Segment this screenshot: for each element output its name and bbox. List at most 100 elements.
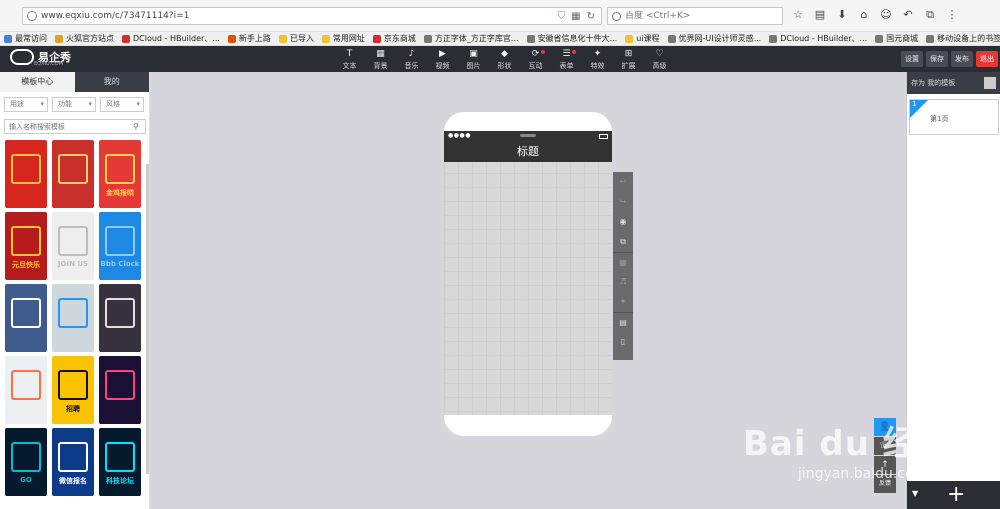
bookmark-item[interactable]: 火狐官方站点 bbox=[55, 33, 114, 44]
bookmark-label: 最常访问 bbox=[15, 34, 47, 43]
bookmark-label: 火狐官方站点 bbox=[66, 34, 114, 43]
template-thumbnail[interactable]: 招聘 bbox=[52, 356, 94, 424]
shield-icon[interactable]: ⛉ bbox=[558, 11, 566, 22]
search-icon[interactable]: ⚲ bbox=[133, 122, 139, 131]
qr-icon[interactable]: ▦ bbox=[571, 11, 580, 22]
template-search[interactable]: ⚲ bbox=[4, 119, 146, 134]
bookmark-item[interactable]: DCloud - HBuilder、... bbox=[769, 33, 867, 44]
filter-usage[interactable]: 用途 bbox=[4, 97, 48, 112]
tool-3[interactable]: ▶ 视频 bbox=[427, 46, 458, 72]
side-tool-icon[interactable]: ▤ bbox=[613, 312, 633, 332]
template-thumbnail[interactable] bbox=[99, 284, 141, 352]
page-thumbnail[interactable]: 1 第1页 bbox=[909, 99, 999, 135]
bookmark-label: 常用网址 bbox=[332, 34, 365, 43]
template-thumbnail[interactable] bbox=[52, 140, 94, 208]
phone-statusbar: ●●●● bbox=[444, 131, 612, 141]
thumbnail-text: JOIN US bbox=[57, 260, 89, 268]
tool-7[interactable]: ☰ 表单 bbox=[551, 46, 582, 72]
bookmark-item[interactable]: DCloud - HBuilder、... bbox=[122, 33, 220, 44]
page-screen[interactable]: ●●●● 标题 bbox=[444, 131, 612, 415]
bookmark-item[interactable]: ui课程 bbox=[625, 33, 660, 44]
tool-label: 形状 bbox=[497, 62, 512, 70]
tool-label: 文本 bbox=[342, 62, 357, 70]
template-thumbnail[interactable]: 金鸡报晓 bbox=[99, 140, 141, 208]
crop-icon[interactable]: ⧉ bbox=[922, 6, 938, 24]
download-icon[interactable]: ⬇ bbox=[834, 6, 850, 24]
tool-label: 扩展 bbox=[621, 62, 636, 70]
save-button[interactable]: 保存 bbox=[926, 51, 948, 67]
template-search-input[interactable] bbox=[5, 122, 133, 131]
menu-icon[interactable]: ⋮ bbox=[944, 6, 960, 24]
template-thumbnail[interactable] bbox=[99, 356, 141, 424]
home-icon[interactable]: ⌂ bbox=[856, 6, 872, 24]
tool-1[interactable]: ▦ 背景 bbox=[365, 46, 396, 72]
chat-icon[interactable]: ☺ bbox=[878, 6, 894, 24]
side-tool-icon[interactable]: ♬ bbox=[613, 272, 633, 292]
template-thumbnail[interactable] bbox=[5, 284, 47, 352]
bookmark-item[interactable]: 安徽省信息化十件大... bbox=[526, 33, 617, 44]
tool-4[interactable]: ▣ 图片 bbox=[458, 46, 489, 72]
tool-5[interactable]: ◆ 形状 bbox=[489, 46, 520, 72]
template-thumbnail[interactable] bbox=[5, 356, 47, 424]
side-tool-icon[interactable]: ✦ bbox=[613, 292, 633, 312]
address-bar[interactable]: www.eqxiu.com/c/73471114?i=1 ⛉ ▦ ↻ bbox=[22, 7, 602, 25]
bookmark-item[interactable]: 已导入 bbox=[278, 33, 314, 44]
star-icon[interactable]: ☆ bbox=[790, 6, 806, 24]
template-thumbnail[interactable]: GO bbox=[5, 428, 47, 496]
template-thumbnail[interactable]: 微信报名 bbox=[52, 428, 94, 496]
side-tool-icon[interactable]: ⧉ bbox=[613, 232, 633, 252]
tab-template-center[interactable]: 模板中心 bbox=[0, 72, 75, 92]
publish-button[interactable]: 发布 bbox=[951, 51, 973, 67]
bookmark-item[interactable]: 国元商城 bbox=[875, 33, 918, 44]
reading-list-icon[interactable]: ▤ bbox=[812, 6, 828, 24]
bookmark-icon bbox=[227, 34, 236, 43]
tool-9[interactable]: ⊞ 扩展 bbox=[613, 46, 644, 72]
bookmark-item[interactable]: 最常访问 bbox=[4, 33, 47, 44]
reload-icon[interactable]: ↻ bbox=[587, 11, 595, 22]
copy-icon[interactable] bbox=[984, 77, 996, 89]
phone-frame: ●●●● 标题 bbox=[444, 112, 612, 436]
tool-6[interactable]: ⟳ 互动 bbox=[520, 46, 551, 72]
tool-0[interactable]: T 文本 bbox=[334, 46, 365, 72]
tab-mine[interactable]: 我的 bbox=[75, 72, 150, 92]
watermark-main: Bai du 经验 bbox=[743, 424, 953, 464]
browser-search-input[interactable] bbox=[625, 11, 775, 21]
bookmark-icon bbox=[667, 34, 676, 43]
canvas-side-toolbar: ↩ ↪ ◉ ⧉ ▦ ♬ ✦ ▤ ▯ bbox=[613, 172, 633, 360]
template-thumbnail[interactable]: 科技论坛 bbox=[99, 428, 141, 496]
filter-function[interactable]: 功能 bbox=[52, 97, 96, 112]
template-thumbnail[interactable]: JOIN US bbox=[52, 212, 94, 280]
settings-button[interactable]: 设置 bbox=[901, 51, 923, 67]
thumbnail-text: 元旦快乐 bbox=[12, 261, 40, 269]
signal-icon: ●●●● bbox=[448, 132, 471, 139]
filter-style[interactable]: 风格 bbox=[100, 97, 144, 112]
exit-button[interactable]: 退出 bbox=[976, 51, 998, 67]
page-title[interactable]: 标题 bbox=[444, 141, 612, 162]
tool-2[interactable]: ♪ 音乐 bbox=[396, 46, 427, 72]
watermark-sub: jingyan.baidu.com bbox=[798, 466, 928, 482]
side-tool-icon[interactable]: ◉ bbox=[613, 212, 633, 232]
bookmark-item[interactable]: 常用网址 bbox=[321, 33, 365, 44]
template-thumbnail[interactable] bbox=[52, 284, 94, 352]
bookmark-item[interactable]: 京东商城 bbox=[372, 33, 416, 44]
bookmark-icon bbox=[321, 34, 330, 43]
side-tool-icon[interactable]: ▦ bbox=[613, 252, 633, 272]
bookmark-item[interactable]: 方正字体_方正字库官... bbox=[423, 33, 519, 44]
tool-10[interactable]: ♡ 高级 bbox=[644, 46, 675, 72]
template-thumbnail[interactable] bbox=[5, 140, 47, 208]
tool-8[interactable]: ✦ 特效 bbox=[582, 46, 613, 72]
bookmark-item[interactable]: 移动设备上的书签 bbox=[926, 33, 1000, 44]
back-history-icon[interactable]: ↶ bbox=[900, 6, 916, 24]
bookmark-item[interactable]: 优界网-UI设计师灵感... bbox=[667, 33, 761, 44]
template-thumbnail[interactable]: 元旦快乐 bbox=[5, 212, 47, 280]
browser-search[interactable] bbox=[607, 7, 783, 25]
side-tool-icon[interactable]: ↩ bbox=[613, 172, 633, 192]
side-tool-icon[interactable]: ↪ bbox=[613, 192, 633, 212]
panel-scrollbar[interactable] bbox=[146, 164, 149, 474]
side-tool-icon[interactable]: ▯ bbox=[613, 332, 633, 352]
save-as-template[interactable]: 存为 我的模板 bbox=[907, 72, 1000, 94]
template-thumbnail[interactable]: Bbb Clock bbox=[99, 212, 141, 280]
tool-icon: ♡ bbox=[655, 49, 664, 59]
thumbnail-art bbox=[58, 442, 88, 472]
bookmark-item[interactable]: 新手上路 bbox=[227, 33, 271, 44]
